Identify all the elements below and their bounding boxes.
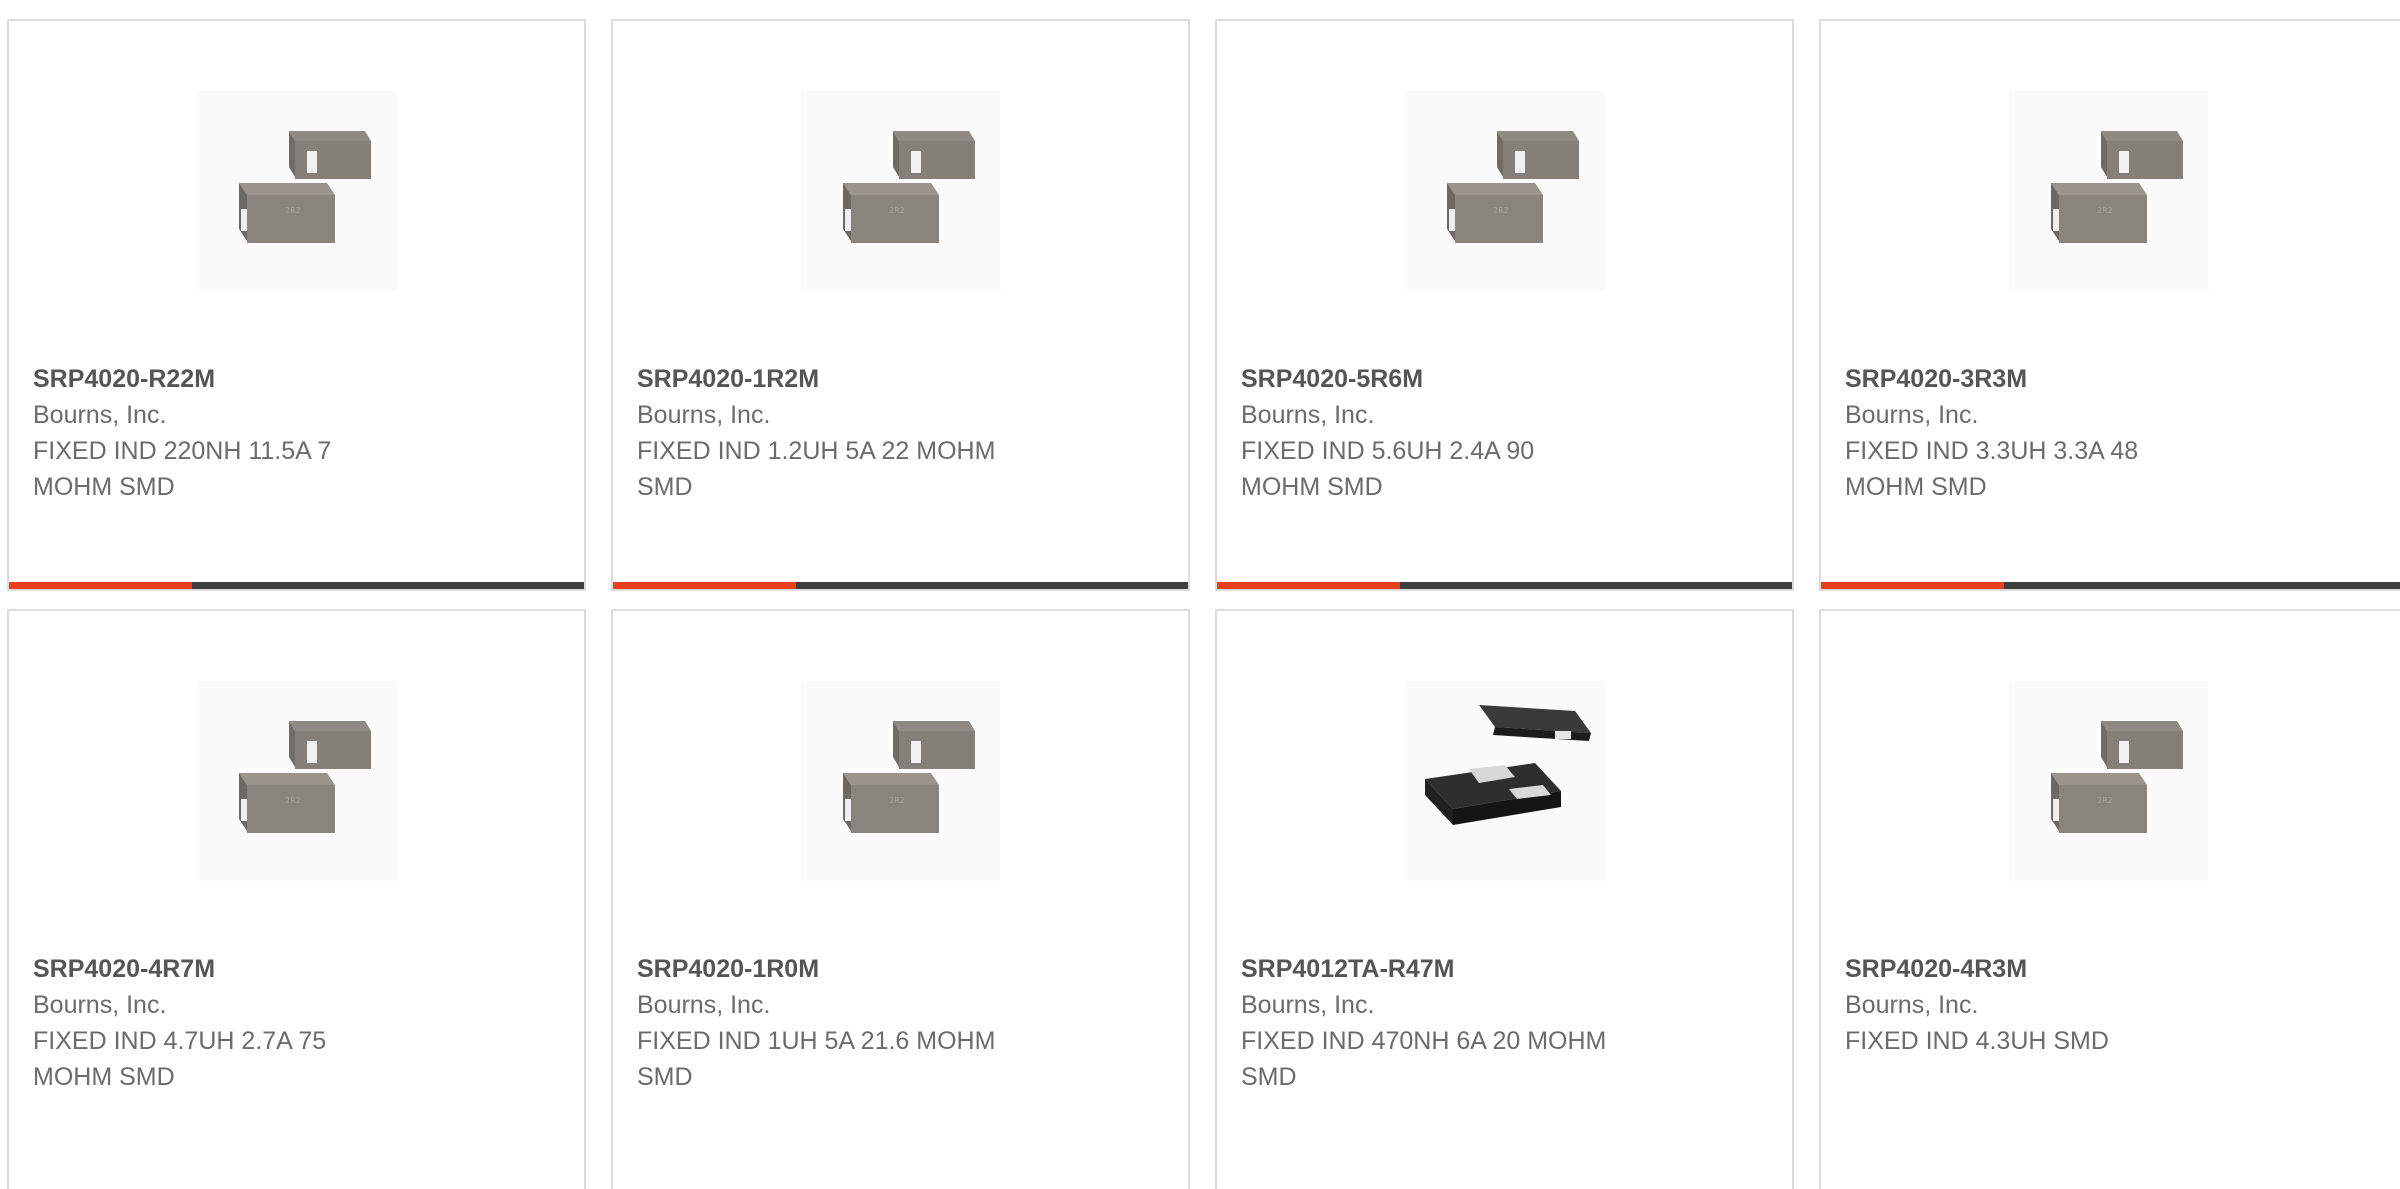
black-smd-inductor-icon[interactable] [1404, 681, 1605, 881]
description-line: FIXED IND 4.7UH 2.7A 75 [33, 1027, 327, 1055]
manufacturer-label: Bourns, Inc. [1845, 401, 1979, 429]
description-line: MOHM SMD [1845, 473, 1987, 501]
card-accent-bar [1821, 582, 2400, 589]
card-accent-fill [613, 582, 796, 589]
svg-text:2R2: 2R2 [889, 206, 905, 215]
product-card[interactable]: 2R2 SRP4020-3R3M Bourns, Inc. FIXED IND … [1819, 19, 2400, 591]
gray-smd-inductor-icon[interactable]: 2R2 [1404, 91, 1605, 291]
product-card[interactable]: 2R2 SRP4020-1R2M Bourns, Inc. FIXED IND … [611, 19, 1190, 591]
description-line: FIXED IND 5.6UH 2.4A 90 [1241, 437, 1535, 465]
svg-text:2R2: 2R2 [2097, 796, 2113, 805]
description-line: MOHM SMD [33, 1063, 175, 1091]
svg-text:2R2: 2R2 [285, 796, 301, 805]
product-card[interactable]: SRP4012TA-R47M Bourns, Inc. FIXED IND 47… [1215, 609, 1794, 1189]
description-line: FIXED IND 1.2UH 5A 22 MOHM [637, 437, 996, 465]
manufacturer-label: Bourns, Inc. [1241, 991, 1375, 1019]
card-accent-fill [1217, 582, 1400, 589]
product-card[interactable]: 2R2 SRP4020-1R0M Bourns, Inc. FIXED IND … [611, 609, 1190, 1189]
part-number-link[interactable]: SRP4020-1R2M [637, 361, 1164, 397]
part-number-link[interactable]: SRP4020-R22M [33, 361, 560, 397]
part-number-link[interactable]: SRP4020-1R0M [637, 951, 1164, 987]
gray-smd-inductor-icon[interactable]: 2R2 [800, 681, 1001, 881]
manufacturer-label: Bourns, Inc. [1241, 401, 1375, 429]
svg-text:2R2: 2R2 [285, 206, 301, 215]
manufacturer-label: Bourns, Inc. [637, 991, 771, 1019]
card-accent-fill [1821, 582, 2004, 589]
product-card[interactable]: 2R2 SRP4020-R22M Bourns, Inc. FIXED IND … [7, 19, 586, 591]
description-line: SMD [1241, 1063, 1297, 1091]
product-card[interactable]: 2R2 SRP4020-5R6M Bourns, Inc. FIXED IND … [1215, 19, 1794, 591]
gray-smd-inductor-icon[interactable]: 2R2 [196, 681, 397, 881]
manufacturer-label: Bourns, Inc. [33, 401, 167, 429]
card-accent-bar [613, 582, 1188, 589]
svg-text:2R2: 2R2 [2097, 206, 2113, 215]
manufacturer-label: Bourns, Inc. [1845, 991, 1979, 1019]
card-accent-fill [9, 582, 192, 589]
part-number-link[interactable]: SRP4020-4R7M [33, 951, 560, 987]
description-line: FIXED IND 4.3UH SMD [1845, 1027, 2109, 1055]
card-accent-bar [1217, 582, 1792, 589]
svg-text:2R2: 2R2 [1493, 206, 1509, 215]
gray-smd-inductor-icon[interactable]: 2R2 [2009, 681, 2209, 881]
description-line: FIXED IND 3.3UH 3.3A 48 [1845, 437, 2139, 465]
part-number-link[interactable]: SRP4012TA-R47M [1241, 951, 1768, 987]
description-line: SMD [637, 473, 693, 501]
description-line: FIXED IND 1UH 5A 21.6 MOHM [637, 1027, 996, 1055]
description-line: SMD [637, 1063, 693, 1091]
svg-text:2R2: 2R2 [889, 796, 905, 805]
description-line: MOHM SMD [1241, 473, 1383, 501]
product-card[interactable]: 2R2 SRP4020-4R7M Bourns, Inc. FIXED IND … [7, 609, 586, 1189]
manufacturer-label: Bourns, Inc. [33, 991, 167, 1019]
gray-smd-inductor-icon[interactable]: 2R2 [800, 91, 1001, 291]
gray-smd-inductor-icon[interactable]: 2R2 [2009, 91, 2209, 291]
description-line: MOHM SMD [33, 473, 175, 501]
gray-smd-inductor-icon[interactable]: 2R2 [196, 91, 397, 291]
description-line: FIXED IND 220NH 11.5A 7 [33, 437, 332, 465]
card-accent-bar [9, 582, 584, 589]
part-number-link[interactable]: SRP4020-5R6M [1241, 361, 1768, 397]
part-number-link[interactable]: SRP4020-4R3M [1845, 951, 2383, 987]
product-card[interactable]: 2R2 SRP4020-4R3M Bourns, Inc. FIXED IND … [1819, 609, 2400, 1189]
manufacturer-label: Bourns, Inc. [637, 401, 771, 429]
part-number-link[interactable]: SRP4020-3R3M [1845, 361, 2383, 397]
description-line: FIXED IND 470NH 6A 20 MOHM [1241, 1027, 1607, 1055]
